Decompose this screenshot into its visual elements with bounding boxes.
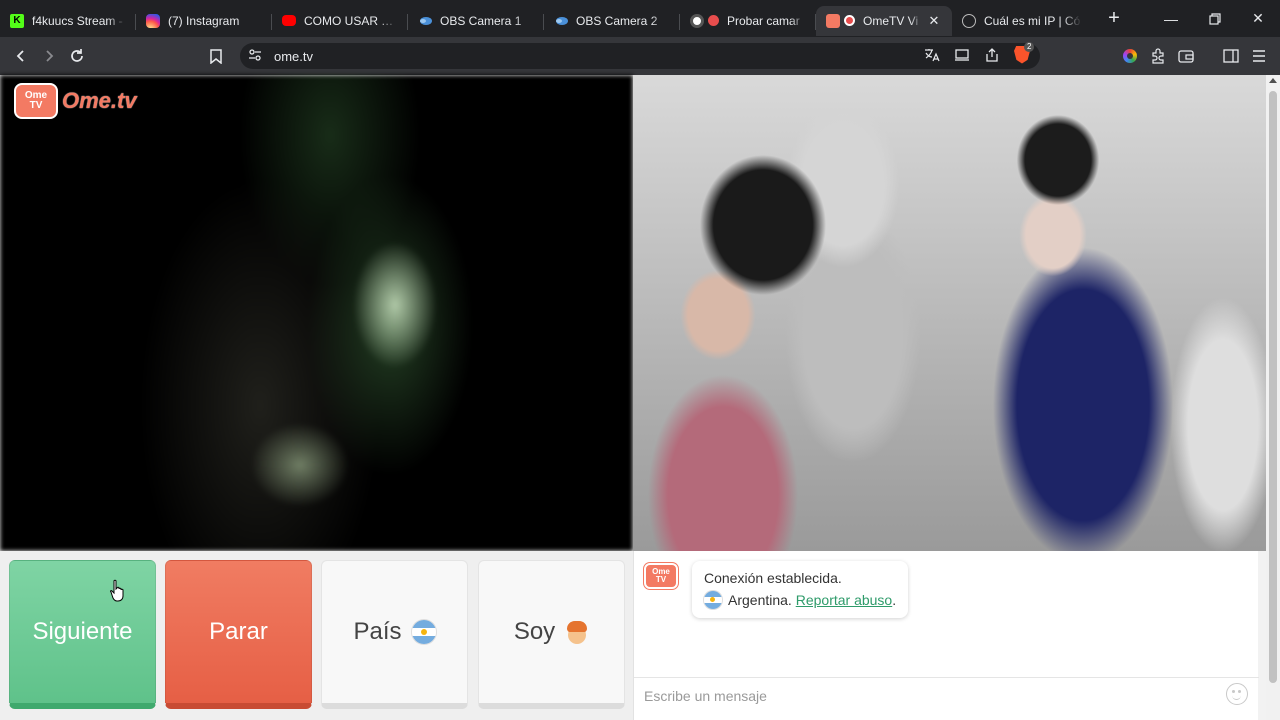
stop-button-label: Parar	[209, 618, 268, 645]
stop-button[interactable]: Parar	[165, 560, 312, 709]
local-camera-video	[0, 75, 633, 551]
tab-obs-camera-2[interactable]: OBS Camera 2	[544, 6, 680, 36]
close-tab-icon[interactable]: ✕	[926, 13, 942, 29]
tab-camera-test[interactable]: Probar camar	[680, 6, 816, 36]
next-button[interactable]: Siguiente	[9, 560, 156, 709]
ometv-logo[interactable]: Ome TV Ome.tv	[14, 83, 137, 119]
record-icon	[690, 13, 704, 28]
tab-title: f4kuucs Stream -	[32, 13, 123, 28]
message-placeholder: Escribe un mensaje	[644, 687, 767, 704]
logo-badge-bottom: TV	[29, 100, 43, 111]
minimize-icon[interactable]: —	[1149, 0, 1193, 37]
new-tab-button[interactable]: +	[1102, 7, 1126, 31]
tab-title: OBS Camera 2	[576, 13, 658, 28]
forward-icon[interactable]	[35, 42, 63, 70]
logo-text: Ome.tv	[62, 88, 137, 113]
gender-select-button[interactable]: Soy	[478, 560, 625, 709]
emoji-icon[interactable]	[1226, 683, 1248, 705]
sidebar-icon[interactable]	[1217, 42, 1245, 70]
ometv-bot-icon: Ome TV	[644, 563, 678, 589]
instagram-icon	[146, 13, 160, 28]
argentina-flag-icon	[704, 591, 722, 609]
scroll-up-arrow-icon[interactable]	[1269, 78, 1277, 83]
share-icon[interactable]	[984, 47, 1000, 65]
tab-youtube[interactable]: COMO USAR TU C	[272, 6, 408, 36]
shields-badge: 2	[1024, 41, 1035, 52]
tab-title: COMO USAR TU C	[304, 13, 398, 28]
menu-icon[interactable]	[1245, 42, 1273, 70]
tab-title: (7) Instagram	[168, 13, 240, 28]
tab-title: OBS Camera 1	[440, 13, 522, 28]
next-button-label: Siguiente	[32, 618, 133, 645]
recording-indicator-icon	[844, 15, 855, 26]
partner-country: Argentina.	[728, 592, 792, 608]
stranger-video	[633, 75, 1266, 551]
record-dot-icon	[708, 15, 719, 26]
chat-panel: Ome TV Conexión establecida. Argentina. …	[633, 551, 1259, 720]
gender-button-label: Soy	[513, 618, 556, 645]
restore-icon[interactable]	[1193, 0, 1237, 37]
translate-icon[interactable]	[924, 48, 940, 65]
system-message: Conexión establecida. Argentina. Reporta…	[692, 561, 909, 618]
report-suffix: .	[892, 592, 897, 608]
obs-icon	[554, 14, 568, 28]
youtube-icon	[282, 15, 296, 26]
message-input[interactable]: Escribe un mensaje	[634, 677, 1259, 713]
extensions-icon[interactable]	[1144, 42, 1172, 70]
cast-icon[interactable]	[954, 48, 970, 65]
color-wheel-icon[interactable]	[1116, 42, 1144, 70]
address-bar-actions: 2	[924, 41, 1035, 69]
tv-icon: Ome TV	[14, 83, 58, 119]
boy-avatar-icon	[565, 620, 589, 644]
tab-strip: K f4kuucs Stream - (7) Instagram COMO US…	[0, 0, 1280, 37]
tab-kick-stream[interactable]: K f4kuucs Stream -	[0, 6, 136, 36]
wallet-icon[interactable]	[1172, 42, 1200, 70]
address-bar[interactable]: ome.tv 2	[240, 41, 1040, 69]
bookmark-icon[interactable]	[202, 42, 230, 70]
browser-toolbar: ome.tv 2	[0, 37, 1280, 75]
chat-controls: Siguiente Parar País Soy	[0, 551, 633, 720]
country-filter-button[interactable]: País	[321, 560, 468, 709]
connection-status: Conexión establecida.	[704, 570, 842, 586]
argentina-flag-icon	[411, 620, 436, 644]
reload-icon[interactable]	[63, 42, 91, 70]
brave-shields-icon[interactable]: 2	[1014, 41, 1035, 67]
kick-icon: K	[10, 13, 24, 28]
obs-icon	[418, 14, 432, 28]
tab-ometv[interactable]: OmeTV Vi ✕	[816, 5, 952, 36]
ometv-page: Ome TV Ome.tv Siguiente Parar País Soy O…	[0, 75, 1266, 720]
ometv-icon	[826, 13, 840, 28]
scrollbar-thumb[interactable]	[1269, 91, 1277, 683]
tab-instagram[interactable]: (7) Instagram	[136, 6, 272, 36]
report-abuse-link[interactable]: Reportar abuso	[796, 592, 893, 608]
hand-cursor-icon	[110, 579, 124, 602]
site-settings-icon[interactable]	[248, 48, 262, 65]
tab-title: Probar camar	[727, 13, 800, 28]
tab-ip-lookup[interactable]: Cuál es mi IP | Có	[952, 6, 1092, 36]
back-icon[interactable]	[7, 42, 35, 70]
tab-title: OmeTV Vi	[863, 13, 919, 28]
url-text: ome.tv	[274, 48, 314, 64]
bot-badge-bottom: TV	[655, 575, 667, 584]
globe-icon	[962, 13, 976, 28]
country-button-label: País	[353, 618, 402, 645]
tab-obs-camera-1[interactable]: OBS Camera 1	[408, 6, 544, 36]
partner-country-line: Argentina. Reportar abuso.	[704, 589, 896, 611]
page-scrollbar[interactable]	[1266, 75, 1280, 720]
close-window-icon[interactable]: ✕	[1236, 0, 1280, 37]
tab-title: Cuál es mi IP | Có	[984, 13, 1081, 28]
